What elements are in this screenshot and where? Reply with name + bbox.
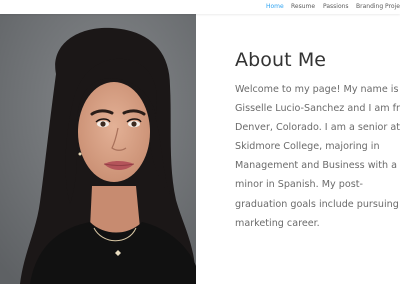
portrait-photo [0,14,196,284]
about-body: Welcome to my page! My name is Gisselle … [235,80,400,233]
nav-item-branding-project[interactable]: Branding Project [356,3,400,11]
nav-item-resume[interactable]: Resume [291,3,315,11]
about-line: graduation goals include pursuing a [235,198,400,210]
about-line: Welcome to my page! My name is [235,84,399,95]
portrait-illustration [0,14,196,284]
about-line: Denver, Colorado. I am a senior at [235,122,400,134]
nav-item-passions[interactable]: Passions [323,3,349,11]
about-line: Gisselle Lucio-Sanchez and I am from [235,103,400,115]
about-section: About Me Welcome to my page! My name is … [235,49,400,229]
nav-item-home[interactable]: Home [266,3,284,11]
about-line: minor in Spanish. My post- [235,179,363,191]
about-line: Skidmore College, majoring in [235,141,380,153]
top-navigation: Home Resume Passions Branding Project [0,0,400,14]
about-title: About Me [235,49,327,71]
about-line: marketing career. [235,217,320,229]
about-line: Management and Business with a [235,160,397,172]
